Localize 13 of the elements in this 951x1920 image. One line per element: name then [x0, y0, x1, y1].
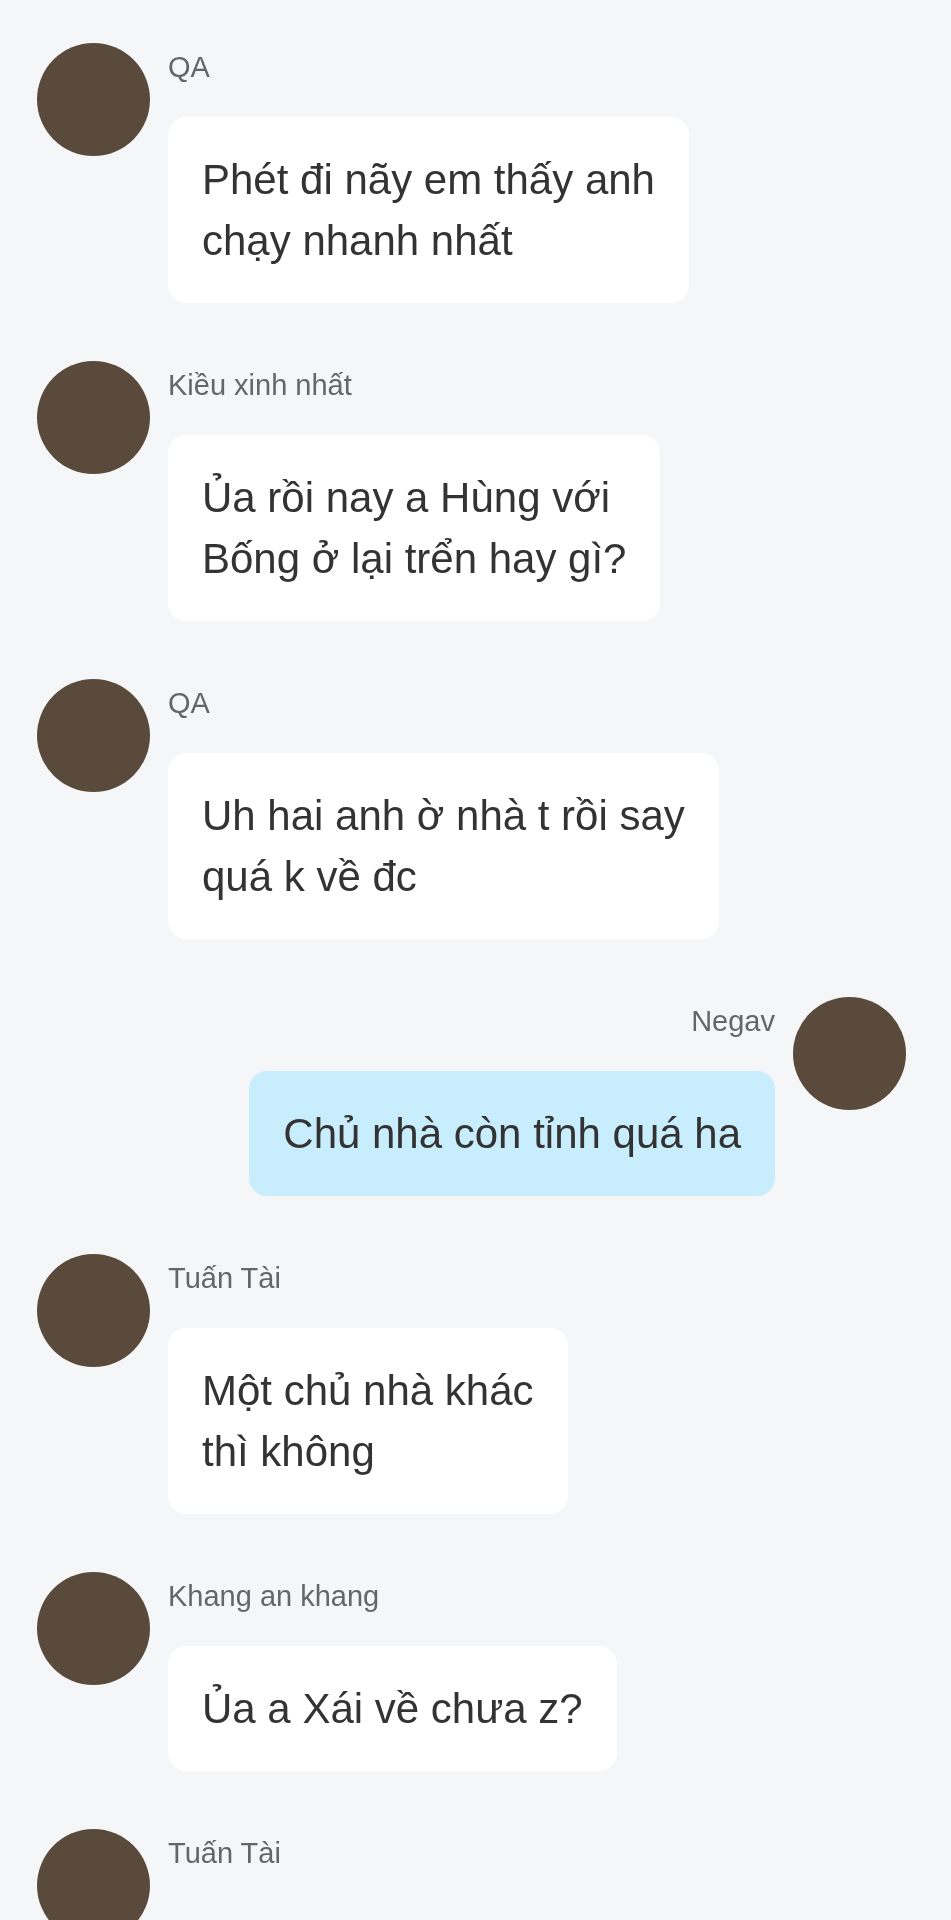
message-bubble: Ủa a Xái về chưa z? — [168, 1646, 617, 1771]
sender-name: QA — [168, 686, 210, 721]
sender-name: Khang an khang — [168, 1579, 380, 1614]
sender-name: QA — [168, 50, 210, 85]
sender-name: Kiều xinh nhất — [168, 368, 352, 403]
message-bubble: Ủa rồi nay a Hùng với Bống ở lại trển hay gì? — [168, 435, 661, 621]
message-bubble: Uh hai anh ờ nhà t rồi say quá k về đc — [168, 753, 719, 939]
sender-name: Negav — [691, 1004, 775, 1039]
message-bubble: Phét đi nãy em thấy anh chạy nhanh nhất — [168, 117, 689, 303]
sender-name: Tuấn Tài — [168, 1261, 281, 1296]
message-bubble: Một chủ nhà khác thì không — [168, 1328, 568, 1514]
sender-name: Tuấn Tài — [168, 1836, 281, 1871]
message-bubble: Chủ nhà còn tỉnh quá ha — [249, 1071, 775, 1196]
